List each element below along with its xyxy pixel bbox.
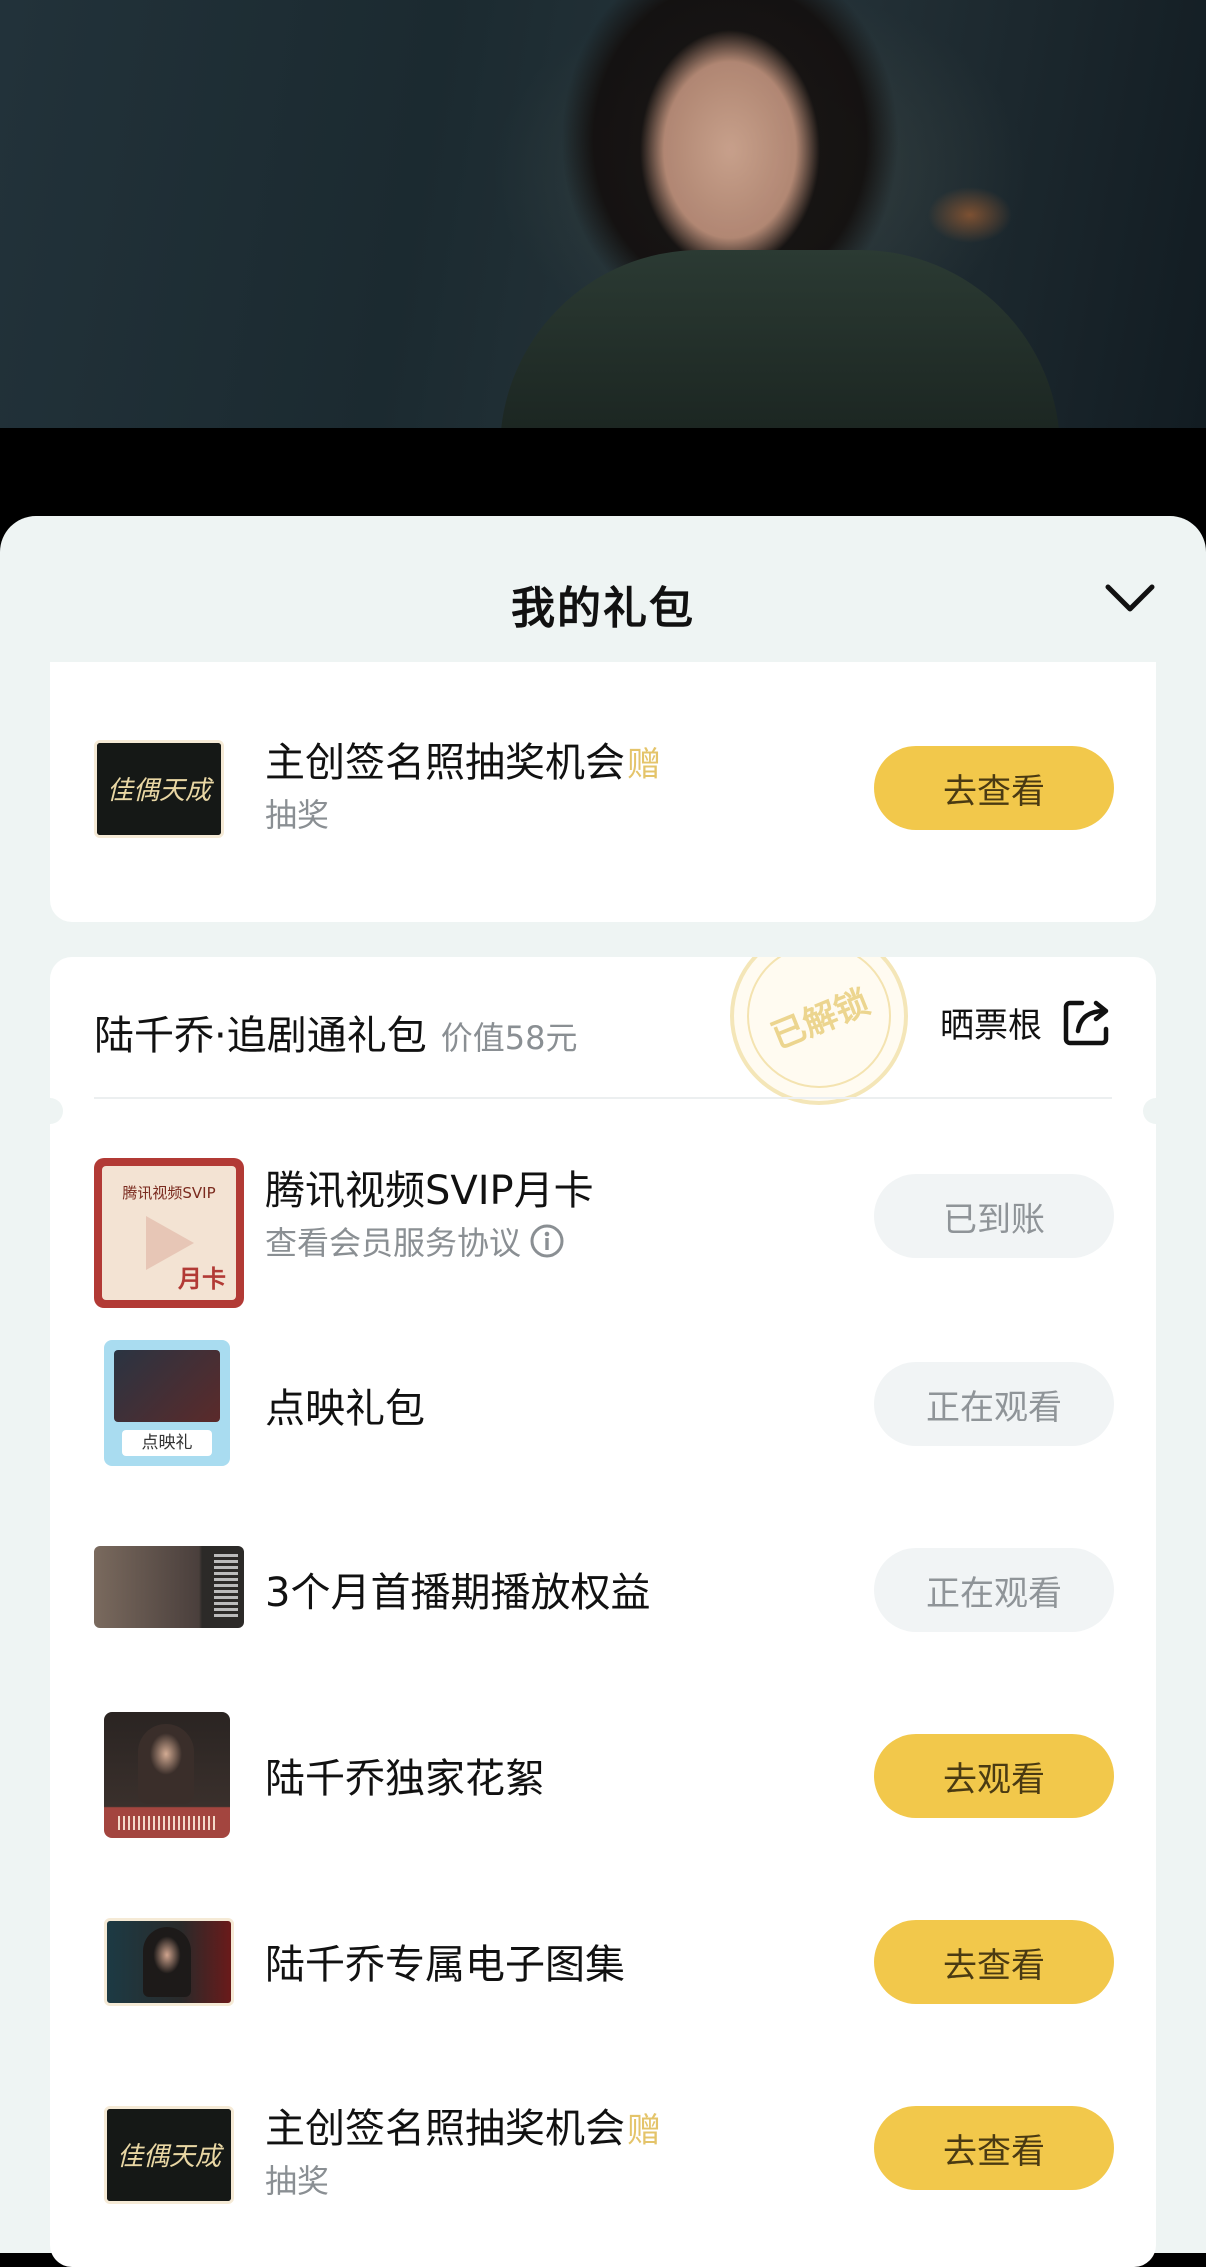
dashed-divider xyxy=(94,1097,1112,1099)
behind-scenes-thumb xyxy=(104,1712,230,1838)
item-subtitle: 抽奖 xyxy=(265,2162,330,2200)
item-title: 陆千乔专属电子图集 xyxy=(265,1942,625,1988)
item-title: 陆千乔独家花絮 xyxy=(265,1756,545,1802)
item-title: 主创签名照抽奖机会赠 xyxy=(265,2096,661,2154)
watching-button[interactable]: 正在观看 xyxy=(874,1362,1114,1446)
list-item-svip: 腾讯视频SVIP 月卡 腾讯视频SVIP月卡 查看会员服务协议 已到账 xyxy=(50,1136,1156,1308)
svip-card-thumb: 腾讯视频SVIP 月卡 xyxy=(94,1158,244,1308)
gift-tag: 赠 xyxy=(627,745,661,785)
bundle-value: 价值58元 xyxy=(440,1019,578,1057)
share-label: 晒票根 xyxy=(940,1005,1042,1046)
ticket-notch-right xyxy=(1143,1098,1169,1124)
list-item-photo-album: 陆千乔专属电子图集 去查看 xyxy=(50,1880,1156,2040)
unlocked-stamp: 已解锁 xyxy=(725,957,913,1110)
item-subtitle: 抽奖 xyxy=(265,796,330,834)
item-title-text: 主创签名照抽奖机会 xyxy=(265,2106,625,2152)
watching-button[interactable]: 正在观看 xyxy=(874,1548,1114,1632)
item-title: 腾讯视频SVIP月卡 xyxy=(265,1168,594,1214)
bundle-name: 陆千乔·追剧通礼包 xyxy=(94,1013,427,1059)
ticket-notch-left xyxy=(37,1098,63,1124)
list-item-behind-scenes: 陆千乔独家花絮 去观看 xyxy=(50,1694,1156,1854)
broadcast-thumb xyxy=(94,1546,244,1628)
video-letterbox xyxy=(0,428,1206,518)
photo-album-thumb xyxy=(104,1918,234,2006)
svip-thumb-month: 月卡 xyxy=(178,1265,226,1293)
watch-button[interactable]: 去观看 xyxy=(874,1734,1114,1818)
info-icon[interactable] xyxy=(529,1223,565,1259)
collapse-button[interactable] xyxy=(1100,568,1160,628)
unlocked-stamp-text: 已解锁 xyxy=(725,957,913,1110)
premiere-thumb: 点映礼 xyxy=(104,1340,230,1466)
view-button[interactable]: 去查看 xyxy=(874,746,1114,830)
poster-title-text: 佳偶天成 xyxy=(107,776,215,806)
list-item: 佳偶天成 主创签名照抽奖机会赠 抽奖 去查看 xyxy=(50,712,1156,872)
svip-thumb-label: 腾讯视频SVIP xyxy=(122,1184,216,1202)
gift-tag: 赠 xyxy=(627,2111,661,2151)
item-title: 3个月首播期播放权益 xyxy=(265,1570,651,1616)
agreement-link[interactable]: 查看会员服务协议 xyxy=(265,1218,521,1264)
list-item-lottery: 佳偶天成 主创签名照抽奖机会赠 抽奖 去查看 xyxy=(50,2066,1156,2226)
share-icon xyxy=(1063,1000,1109,1046)
item-title-text: 主创签名照抽奖机会 xyxy=(265,740,625,786)
gift-sheet: 我的礼包 佳偶天成 主创签名照抽奖机会赠 抽奖 去查看 已解锁 陆千乔·追剧通礼… xyxy=(0,516,1206,2267)
bundle-header: 陆千乔·追剧通礼包 价值58元 xyxy=(94,1003,577,1061)
view-button[interactable]: 去查看 xyxy=(874,2106,1114,2190)
video-player[interactable] xyxy=(0,0,1206,430)
item-subtitle-link[interactable]: 查看会员服务协议 xyxy=(265,1218,565,1264)
chevron-down-icon xyxy=(1105,584,1155,612)
poster-title-text: 佳偶天成 xyxy=(117,2142,225,2172)
view-button[interactable]: 去查看 xyxy=(874,1920,1114,2004)
list-item-broadcast-rights: 3个月首播期播放权益 正在观看 xyxy=(50,1508,1156,1668)
poster-thumb: 佳偶天成 xyxy=(94,740,224,838)
received-button[interactable]: 已到账 xyxy=(874,1174,1114,1258)
premiere-thumb-label: 点映礼 xyxy=(122,1430,212,1456)
poster-thumb: 佳偶天成 xyxy=(104,2106,234,2204)
share-ticket-button[interactable]: 晒票根 xyxy=(940,995,1114,1049)
list-item-premiere: 点映礼 点映礼包 正在观看 xyxy=(50,1322,1156,1482)
sheet-title: 我的礼包 xyxy=(511,583,695,634)
item-title: 主创签名照抽奖机会赠 xyxy=(265,730,661,788)
gift-card-top: 佳偶天成 主创签名照抽奖机会赠 抽奖 去查看 xyxy=(50,662,1156,922)
item-title: 点映礼包 xyxy=(265,1386,425,1432)
